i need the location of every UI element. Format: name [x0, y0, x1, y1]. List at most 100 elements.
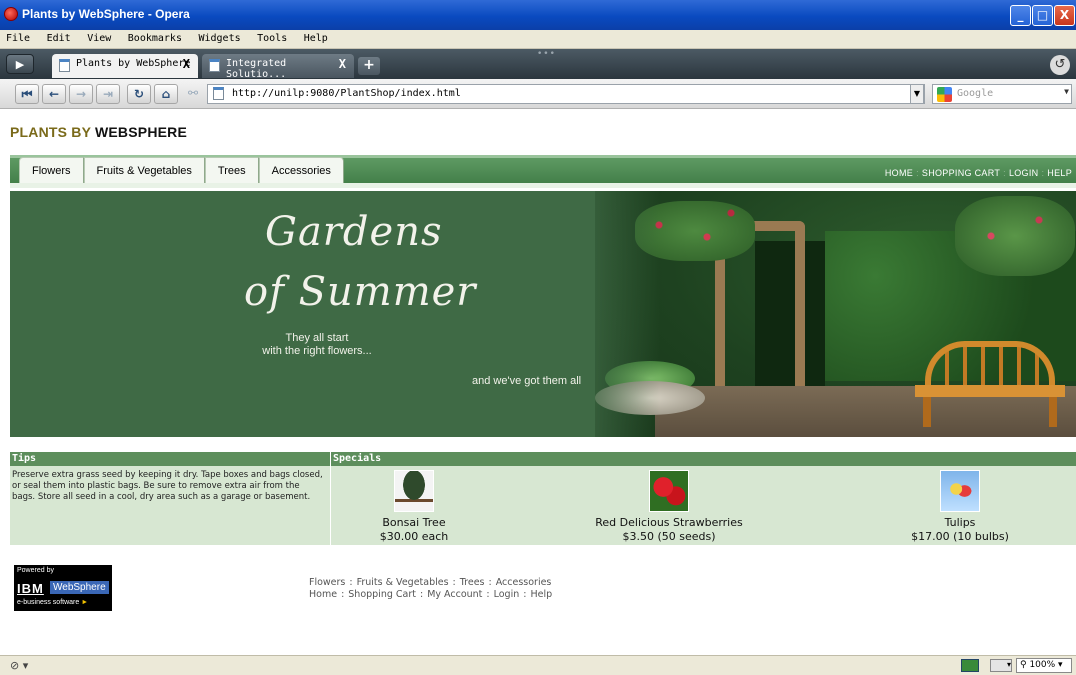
rewind-icon[interactable]: ⏮	[15, 84, 39, 104]
status-menu-icon[interactable]: ⊘ ▾	[10, 659, 28, 672]
forward-icon[interactable]: →	[69, 84, 93, 104]
address-bar[interactable]: http://unilp:9080/PlantShop/index.html	[207, 84, 925, 104]
bench-back	[925, 341, 1055, 385]
zoom-value: 100%	[1029, 660, 1056, 670]
menu-file[interactable]: File	[6, 33, 30, 44]
zoom-control[interactable]: ⚲ 100% ▾	[1016, 658, 1072, 673]
special-item-tulips[interactable]: Tulips $17.00 (10 bulbs)	[850, 470, 1070, 544]
logo-text-part1: PLANTS BY	[10, 124, 91, 140]
address-url: http://unilp:9080/PlantShop/index.html	[232, 88, 461, 99]
footer-link-fruits-vegetables[interactable]: Fruits & Vegetables	[357, 577, 449, 588]
browser-tab-label: Integrated Solutio...	[226, 58, 287, 80]
footer-link-login[interactable]: Login	[494, 589, 520, 600]
separator: :	[349, 577, 353, 588]
minimize-button[interactable]: _	[1010, 5, 1031, 26]
banner-tagline-end: and we've got them all	[472, 375, 582, 387]
footer-link-shopping-cart[interactable]: Shopping Cart	[348, 589, 416, 600]
separator: :	[916, 168, 919, 178]
window-title: Plants by WebSphere - Opera	[22, 7, 190, 21]
ibm-logo: IBM	[17, 579, 44, 596]
google-icon	[937, 87, 952, 102]
home-icon[interactable]: ⌂	[154, 84, 178, 104]
address-dropdown-icon[interactable]: ▼	[910, 84, 924, 104]
specials-heading: Specials	[331, 452, 1076, 466]
tips-text: Preserve extra grass seed by keeping it …	[12, 470, 323, 502]
tab-close-icon[interactable]: X	[339, 57, 346, 71]
turbo-icon[interactable]	[961, 659, 979, 672]
drag-grip-icon[interactable]: •••	[537, 49, 556, 59]
search-input[interactable]: Google ▼	[932, 84, 1072, 104]
search-dropdown-icon[interactable]: ▼	[1064, 87, 1069, 96]
fast-forward-icon[interactable]: ⇥	[96, 84, 120, 104]
browser-tab-plants[interactable]: Plants by WebSphere X	[52, 54, 198, 78]
footer-link-accessories[interactable]: Accessories	[496, 577, 552, 588]
special-item-strawberries[interactable]: Red Delicious Strawberries $3.50 (50 see…	[559, 470, 779, 544]
hero-banner[interactable]: Gardens of Summer They all start with th…	[10, 191, 1076, 437]
back-icon[interactable]: ←	[42, 84, 66, 104]
banner-tagline: They all start with the right flowers...	[257, 332, 377, 358]
special-item-name[interactable]: Tulips	[850, 516, 1070, 530]
top-link-help[interactable]: HELP	[1047, 168, 1072, 178]
tips-heading: Tips	[10, 452, 330, 466]
tagline-line2: with the right flowers...	[262, 345, 372, 357]
tab-fruits-vegetables[interactable]: Fruits & Vegetables	[83, 157, 205, 186]
menu-bar: File Edit View Bookmarks Widgets Tools H…	[0, 30, 1076, 49]
menu-help[interactable]: Help	[304, 33, 328, 44]
site-navigation: Flowers Fruits & Vegetables Trees Access…	[10, 155, 1076, 188]
separator: :	[523, 589, 527, 600]
bonsai-thumbnail[interactable]	[394, 470, 434, 512]
menu-bookmarks[interactable]: Bookmarks	[128, 33, 182, 44]
category-tabs: Flowers Fruits & Vegetables Trees Access…	[19, 157, 344, 186]
top-link-login[interactable]: LOGIN	[1009, 168, 1039, 178]
special-item-name[interactable]: Red Delicious Strawberries	[559, 516, 779, 530]
separator: :	[486, 589, 490, 600]
closed-tabs-icon[interactable]: ↺	[1050, 55, 1070, 75]
top-links: HOME: SHOPPING CART: LOGIN: HELP	[885, 168, 1072, 178]
top-link-shopping-cart[interactable]: SHOPPING CART	[922, 168, 1000, 178]
menu-view[interactable]: View	[87, 33, 111, 44]
top-link-home[interactable]: HOME	[885, 168, 913, 178]
footer-link-help[interactable]: Help	[530, 589, 552, 600]
tab-accessories[interactable]: Accessories	[258, 157, 344, 186]
footer-row-categories: Flowers: Fruits & Vegetables: Trees: Access…	[309, 577, 552, 589]
menu-widgets[interactable]: Widgets	[198, 33, 240, 44]
special-item-name[interactable]: Bonsai Tree	[304, 516, 524, 530]
separator: :	[452, 577, 456, 588]
page-icon	[213, 87, 224, 100]
page-icon	[209, 59, 220, 72]
site-logo[interactable]: PLANTS BY WEBSPHERE	[10, 124, 187, 140]
tab-flowers[interactable]: Flowers	[19, 157, 84, 186]
special-item-bonsai[interactable]: Bonsai Tree $30.00 each	[304, 470, 524, 544]
view-toggle-icon[interactable]: ▾	[990, 659, 1012, 672]
rose-cluster-graphic	[955, 196, 1075, 276]
powered-by-websphere-logo[interactable]: Powered by IBM WebSphere e-business soft…	[14, 565, 112, 611]
footer-row-account: Home: Shopping Cart: My Account: Login: Help	[309, 589, 552, 601]
strawberries-thumbnail[interactable]	[649, 470, 689, 512]
page-icon	[59, 59, 70, 72]
footer-link-trees[interactable]: Trees	[460, 577, 485, 588]
footer-link-home[interactable]: Home	[309, 589, 337, 600]
close-button[interactable]: X	[1054, 5, 1075, 26]
special-item-price: $17.00 (10 bulbs)	[911, 530, 1009, 543]
ebusiness-text: e-business software	[17, 599, 80, 606]
menu-tools[interactable]: Tools	[257, 33, 287, 44]
tab-close-icon[interactable]: X	[183, 57, 190, 71]
tab-trees[interactable]: Trees	[204, 157, 259, 186]
navigation-bar: ⏮ ← → ⇥ ↻ ⌂ ⚯ http://unilp:9080/PlantSho…	[0, 79, 1076, 109]
ebusiness-label: e-business software ►	[17, 599, 89, 606]
panel-toggle-button[interactable]: ▶	[6, 54, 34, 74]
logo-text-part2: WEBSPHERE	[94, 124, 188, 140]
bench-graphic	[915, 341, 1065, 431]
new-tab-button[interactable]: +	[358, 57, 380, 75]
browser-tab-integrated[interactable]: Integrated Solutio... X	[202, 54, 354, 80]
tulips-thumbnail[interactable]	[940, 470, 980, 512]
promo-section: Tips Specials Preserve extra grass seed …	[10, 452, 1076, 545]
opera-logo-icon	[4, 7, 18, 21]
reload-icon[interactable]: ↻	[127, 84, 151, 104]
menu-edit[interactable]: Edit	[47, 33, 71, 44]
bench-seat	[915, 385, 1065, 397]
websphere-label: WebSphere	[50, 581, 109, 594]
footer-link-my-account[interactable]: My Account	[427, 589, 482, 600]
footer-link-flowers[interactable]: Flowers	[309, 577, 345, 588]
maximize-button[interactable]: □	[1032, 5, 1053, 26]
